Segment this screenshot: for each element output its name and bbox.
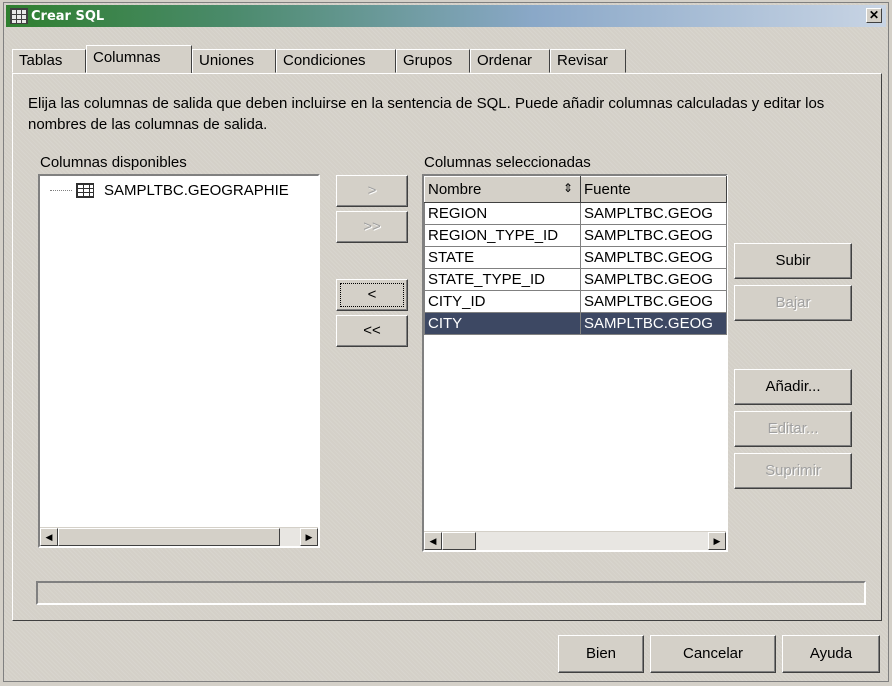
- scroll-thumb[interactable]: [58, 528, 280, 546]
- cell-name[interactable]: REGION: [424, 202, 581, 225]
- cell-source[interactable]: SAMPLTBC.GEOG: [580, 246, 727, 269]
- delete-button[interactable]: Suprimir: [734, 453, 852, 489]
- cell-source[interactable]: SAMPLTBC.GEOG: [580, 224, 727, 247]
- cell-name[interactable]: CITY: [424, 312, 581, 335]
- horizontal-scrollbar[interactable]: ◀ ▶: [424, 531, 726, 550]
- table-row[interactable]: REGION SAMPLTBC.GEOG: [424, 202, 727, 225]
- table-row[interactable]: CITY_ID SAMPLTBC.GEOG: [424, 290, 727, 313]
- move-down-button[interactable]: Bajar: [734, 285, 852, 321]
- table-row[interactable]: REGION_TYPE_ID SAMPLTBC.GEOG: [424, 224, 727, 247]
- edit-button[interactable]: Editar...: [734, 411, 852, 447]
- table-row-selected[interactable]: CITY SAMPLTBC.GEOG: [424, 312, 727, 335]
- table-row[interactable]: STATE_TYPE_ID SAMPLTBC.GEOG: [424, 268, 727, 291]
- add-button[interactable]: Añadir...: [734, 369, 852, 405]
- scroll-left-icon[interactable]: ◀: [40, 528, 58, 546]
- tree-item-geographie[interactable]: SAMPLTBC.GEOGRAPHIE: [50, 182, 289, 199]
- tab-tablas[interactable]: Tablas: [12, 49, 86, 73]
- column-header-nombre[interactable]: Nombre ⇕: [424, 176, 581, 203]
- selected-columns-label: Columnas seleccionadas: [424, 154, 591, 171]
- remove-all-columns-button[interactable]: <<: [336, 315, 408, 347]
- cell-source[interactable]: SAMPLTBC.GEOG: [580, 290, 727, 313]
- sort-icon: ⇕: [562, 181, 573, 195]
- table-icon: [10, 8, 28, 24]
- table-header: Nombre ⇕ Fuente: [424, 176, 727, 203]
- cell-name[interactable]: CITY_ID: [424, 290, 581, 313]
- available-columns-label: Columnas disponibles: [40, 154, 187, 171]
- window-title: Crear SQL: [31, 8, 105, 24]
- table-icon: [76, 183, 94, 198]
- cancel-button[interactable]: Cancelar: [650, 635, 776, 673]
- horizontal-scrollbar[interactable]: ◀ ▶: [40, 527, 318, 546]
- crear-sql-dialog: Crear SQL ✕ Tablas Columnas Uniones Cond…: [3, 2, 889, 682]
- add-column-button[interactable]: >: [336, 175, 408, 207]
- move-up-button[interactable]: Subir: [734, 243, 852, 279]
- scroll-left-icon[interactable]: ◀: [424, 532, 442, 550]
- column-header-fuente[interactable]: Fuente: [580, 176, 727, 203]
- cell-source[interactable]: SAMPLTBC.GEOG: [580, 202, 727, 225]
- tab-ordenar[interactable]: Ordenar: [470, 49, 550, 73]
- tree-connector: [50, 190, 72, 191]
- ok-button[interactable]: Bien: [558, 635, 644, 673]
- instructions-text: Elija las columnas de salida que deben i…: [28, 95, 825, 133]
- help-button[interactable]: Ayuda: [782, 635, 880, 673]
- cell-name[interactable]: REGION_TYPE_ID: [424, 224, 581, 247]
- cell-source[interactable]: SAMPLTBC.GEOG: [580, 268, 727, 291]
- selected-columns-table[interactable]: Nombre ⇕ Fuente REGION SAMPLTBC.GEOG REGI…: [422, 174, 728, 552]
- selected-columns-grid: Nombre ⇕ Fuente REGION SAMPLTBC.GEOG REGI…: [424, 176, 727, 335]
- tab-uniones[interactable]: Uniones: [192, 49, 276, 73]
- cell-name[interactable]: STATE: [424, 246, 581, 269]
- cell-name[interactable]: STATE_TYPE_ID: [424, 268, 581, 291]
- tab-columnas[interactable]: Columnas: [86, 45, 192, 73]
- tab-condiciones[interactable]: Condiciones: [276, 49, 396, 73]
- tab-revisar[interactable]: Revisar: [550, 49, 626, 73]
- scroll-right-icon[interactable]: ▶: [300, 528, 318, 546]
- add-all-columns-button[interactable]: >>: [336, 211, 408, 243]
- table-row[interactable]: STATE SAMPLTBC.GEOG: [424, 246, 727, 269]
- remove-column-button[interactable]: <: [336, 279, 408, 311]
- message-area: [36, 581, 866, 605]
- close-button[interactable]: ✕: [866, 8, 882, 23]
- title-bar[interactable]: Crear SQL ✕: [6, 5, 886, 27]
- scroll-thumb[interactable]: [442, 532, 476, 550]
- cell-source[interactable]: SAMPLTBC.GEOG: [580, 312, 727, 335]
- tree-item-label: SAMPLTBC.GEOGRAPHIE: [104, 182, 289, 199]
- available-columns-list[interactable]: SAMPLTBC.GEOGRAPHIE ◀ ▶: [38, 174, 320, 548]
- scroll-right-icon[interactable]: ▶: [708, 532, 726, 550]
- tab-grupos[interactable]: Grupos: [396, 49, 470, 73]
